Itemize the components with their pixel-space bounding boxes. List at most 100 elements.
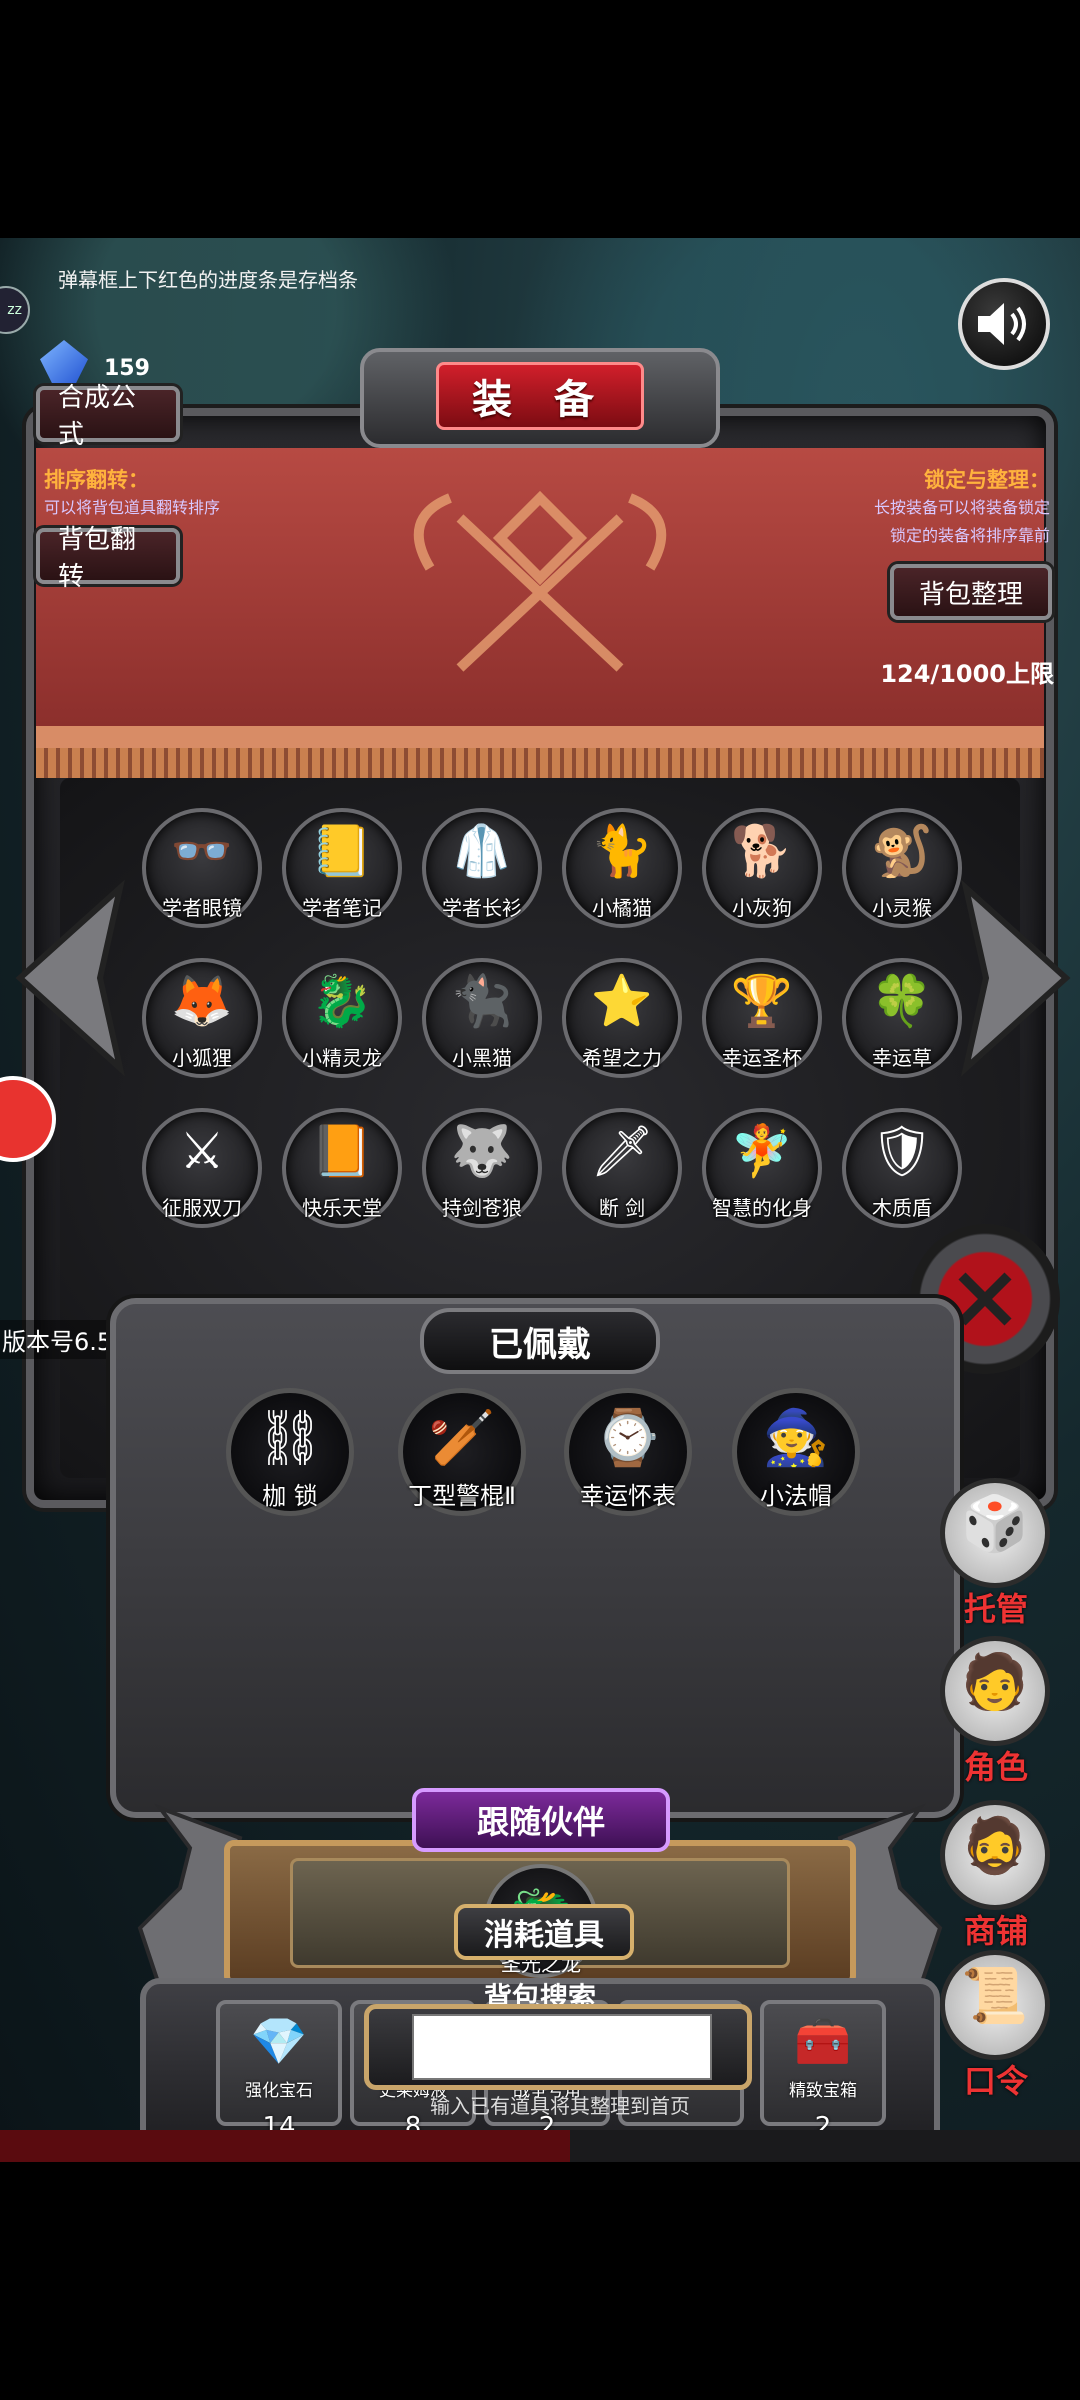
banner-fringe bbox=[36, 748, 1044, 778]
equipped-label: 丁型警棍Ⅱ bbox=[408, 1482, 516, 1510]
hint-text: 弹幕框上下红色的进度条是存档条 bbox=[58, 268, 358, 292]
equipped-slot[interactable]: ⌚ 幸运怀表 bbox=[564, 1388, 692, 1516]
equipped-slot[interactable]: 🏏 丁型警棍Ⅱ bbox=[398, 1388, 526, 1516]
item-label: 学者眼镜 bbox=[162, 896, 242, 920]
item-label: 征服双刀 bbox=[162, 1196, 242, 1220]
item-slot[interactable]: 🧚 智慧的化身 bbox=[702, 1108, 822, 1228]
crossed-swords-emblem-icon bbox=[413, 490, 667, 672]
item-slot[interactable]: 🏆 幸运圣杯 bbox=[702, 958, 822, 1078]
broken-sword-icon: 🗡 bbox=[590, 1122, 654, 1180]
grail-icon: 🏆 bbox=[730, 972, 794, 1030]
item-slot[interactable]: 🐺 持剑苍狼 bbox=[422, 1108, 542, 1228]
side-button-label: 角色 bbox=[963, 1748, 1028, 1786]
item-label: 小橘猫 bbox=[592, 896, 652, 920]
gray-dog-icon: 🐕 bbox=[730, 822, 794, 880]
speaker-icon bbox=[978, 303, 1026, 345]
glasses-icon: 👓 bbox=[170, 822, 234, 880]
auto-play-button[interactable]: 🎲 托管 bbox=[936, 1478, 1066, 1628]
item-label: 希望之力 bbox=[582, 1046, 662, 1070]
save-progress-bar bbox=[0, 2130, 570, 2162]
flip-bag-button[interactable]: 背包翻转 bbox=[36, 525, 180, 592]
item-slot[interactable]: ⚔ 征服双刀 bbox=[142, 1108, 262, 1228]
monkey-icon: 🐒 bbox=[870, 822, 934, 880]
flip-desc: 可以将背包道具翻转排序 bbox=[44, 498, 221, 517]
pocket-watch-icon: ⌚ bbox=[594, 1406, 662, 1469]
fox-icon: 🦊 bbox=[170, 972, 234, 1030]
item-slot[interactable]: 📒 学者笔记 bbox=[282, 808, 402, 928]
chain-icon: ⛓ bbox=[255, 1406, 325, 1469]
save-progress-bar-track bbox=[570, 2130, 1080, 2162]
item-label: 小灵猴 bbox=[872, 896, 932, 920]
item-slot[interactable]: 🐒 小灵猴 bbox=[842, 808, 962, 928]
merge-formula-button[interactable]: 合成公式 bbox=[36, 383, 180, 450]
sort-bag-button[interactable]: 背包整理 bbox=[890, 564, 1052, 620]
item-slot[interactable]: 🐈‍⬛ 小黑猫 bbox=[422, 958, 542, 1078]
hooded-figure-icon: 🧑 bbox=[961, 1650, 1029, 1713]
gold-book-icon: 📙 bbox=[310, 1122, 374, 1180]
bag-search-input[interactable] bbox=[412, 2014, 712, 2080]
dice-icon: 🎲 bbox=[961, 1492, 1029, 1555]
item-label: 快乐天堂 bbox=[302, 1196, 382, 1220]
letterbox-top bbox=[0, 0, 1080, 238]
consumables-title: 消耗道具 bbox=[454, 1904, 634, 1960]
equipped-label: 小法帽 bbox=[760, 1482, 832, 1510]
item-label: 智慧的化身 bbox=[712, 1196, 812, 1220]
lock-desc-2: 锁定的装备将排序靠前 bbox=[889, 526, 1050, 545]
notebook-icon: 📒 bbox=[310, 822, 374, 880]
item-label: 学者长衫 bbox=[442, 896, 522, 920]
item-slot[interactable]: 🥼 学者长衫 bbox=[422, 808, 542, 928]
item-slot[interactable]: 🦊 小狐狸 bbox=[142, 958, 262, 1078]
equipped-label: 幸运怀表 bbox=[580, 1482, 676, 1510]
game-screen: 弹幕框上下红色的进度条是存档条 zz 159 装 备 合成公式 排序翻转： 可以… bbox=[0, 238, 1080, 2162]
side-button-label: 口令 bbox=[963, 2062, 1028, 2100]
item-slot[interactable]: 🐕 小灰狗 bbox=[702, 808, 822, 928]
search-hint: 输入已有道具将其整理到首页 bbox=[430, 2094, 690, 2118]
consumable-label: 强化宝石 bbox=[245, 2081, 313, 2101]
item-slot[interactable]: 🛡 木质盾 bbox=[842, 1108, 962, 1228]
item-label: 小精灵龙 bbox=[302, 1046, 382, 1070]
fairy-dragon-icon: 🐉 bbox=[310, 972, 374, 1030]
item-label: 幸运草 bbox=[872, 1046, 932, 1070]
item-slot[interactable]: 🐉 小精灵龙 bbox=[282, 958, 402, 1078]
item-label: 持剑苍狼 bbox=[442, 1196, 522, 1220]
robe-icon: 🥼 bbox=[450, 822, 514, 880]
consumable-label: 精致宝箱 bbox=[789, 2081, 857, 2101]
close-icon bbox=[958, 1272, 1012, 1326]
consumable-slot[interactable]: 💎 强化宝石 14 bbox=[216, 2000, 342, 2142]
baton-icon: 🏏 bbox=[428, 1406, 496, 1469]
green-gem-icon: 💎 bbox=[250, 2014, 308, 2068]
item-label: 学者笔记 bbox=[302, 896, 382, 920]
sound-button[interactable] bbox=[958, 278, 1050, 370]
side-button-label: 商铺 bbox=[963, 1912, 1028, 1950]
equipped-frame bbox=[110, 1298, 960, 1818]
item-slot[interactable]: 📙 快乐天堂 bbox=[282, 1108, 402, 1228]
scroll-icon: 📜 bbox=[961, 1964, 1029, 2027]
character-button[interactable]: 🧑 角色 bbox=[936, 1636, 1066, 1786]
twin-blades-icon: ⚔ bbox=[179, 1122, 225, 1180]
item-label: 幸运圣杯 bbox=[722, 1046, 802, 1070]
lock-title: 锁定与整理： bbox=[924, 468, 1050, 492]
orange-cat-icon: 🐈 bbox=[590, 822, 654, 880]
shop-button[interactable]: 🧔 商铺 bbox=[936, 1800, 1066, 1950]
code-button[interactable]: 📜 口令 bbox=[936, 1950, 1066, 2100]
item-label: 小灰狗 bbox=[732, 896, 792, 920]
equipped-title: 已佩戴 bbox=[420, 1308, 660, 1374]
lock-desc-1: 长按装备可以将装备锁定 bbox=[873, 498, 1050, 517]
consumable-slot[interactable]: 🧰 精致宝箱 2 bbox=[760, 2000, 886, 2142]
flip-title: 排序翻转： bbox=[44, 468, 149, 492]
item-slot[interactable]: 👓 学者眼镜 bbox=[142, 808, 262, 928]
wood-shield-icon: 🛡 bbox=[870, 1122, 934, 1180]
clover-icon: 🍀 bbox=[870, 972, 934, 1030]
wolf-icon: 🐺 bbox=[450, 1122, 514, 1180]
star-icon: ⭐ bbox=[590, 972, 654, 1030]
item-slot[interactable]: 🍀 幸运草 bbox=[842, 958, 962, 1078]
equipped-slot[interactable]: ⛓ 枷 锁 bbox=[226, 1388, 354, 1516]
item-slot[interactable]: ⭐ 希望之力 bbox=[562, 958, 682, 1078]
letterbox-bottom bbox=[0, 2162, 1080, 2400]
black-cat-icon: 🐈‍⬛ bbox=[450, 972, 514, 1030]
treasure-chest-icon: 🧰 bbox=[794, 2014, 852, 2068]
prev-page-arrow-icon[interactable] bbox=[10, 878, 130, 1078]
item-slot[interactable]: 🗡 断 剑 bbox=[562, 1108, 682, 1228]
equipped-slot[interactable]: 🧙 小法帽 bbox=[732, 1388, 860, 1516]
item-slot[interactable]: 🐈 小橘猫 bbox=[562, 808, 682, 928]
